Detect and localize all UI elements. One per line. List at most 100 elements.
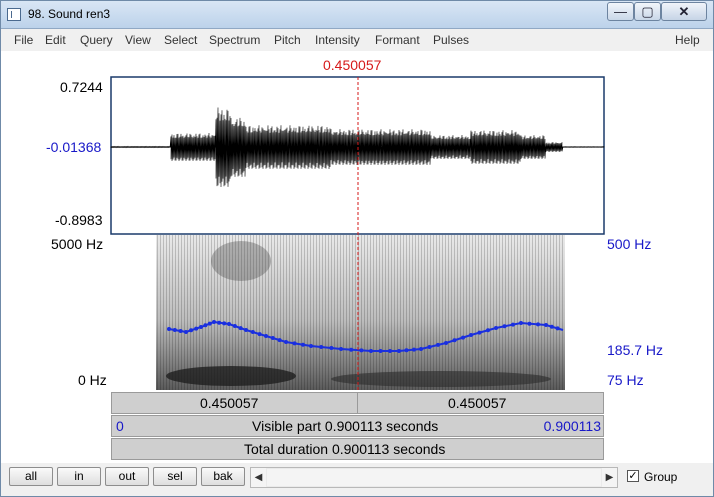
group-label: Group	[644, 470, 678, 484]
pitch-point	[212, 320, 216, 324]
pitch-point	[555, 326, 560, 331]
visible-end-label: 0.900113	[543, 418, 601, 434]
right-segment-label: 0.450057	[448, 395, 507, 411]
pitch-point	[319, 345, 324, 349]
menu-pitch[interactable]: Pitch	[274, 33, 301, 47]
menu-view[interactable]: View	[125, 33, 151, 47]
pitch-point	[378, 349, 383, 353]
pitch-point	[257, 332, 262, 337]
spectrogram-bottom-freq-label: 0 Hz	[78, 372, 107, 388]
pitch-point	[199, 325, 203, 329]
menu-formant[interactable]: Formant	[375, 33, 420, 47]
pitch-point	[329, 346, 334, 350]
pitch-point	[227, 322, 231, 326]
pitch-point	[172, 328, 177, 332]
pitch-point	[284, 340, 288, 344]
group-checkbox[interactable]: ✓	[627, 470, 639, 482]
pitch-point	[549, 324, 554, 329]
pitch-point	[477, 330, 482, 335]
window-title: 98. Sound ren3	[28, 7, 111, 21]
close-button[interactable]: ✕	[661, 2, 707, 21]
menu-intensity[interactable]: Intensity	[315, 33, 360, 47]
total-duration-label: Total duration 0.900113 seconds	[244, 441, 446, 457]
pitch-point	[250, 330, 255, 334]
pitch-point	[486, 328, 490, 333]
pitch-point	[502, 324, 507, 329]
maximize-button[interactable]: ▢	[634, 2, 661, 21]
pitch-point	[292, 341, 297, 346]
right-segment[interactable]: 0.450057	[358, 393, 603, 413]
pitch-point	[232, 324, 237, 328]
visible-start-label: 0	[116, 418, 124, 434]
left-segment[interactable]: 0.450057	[112, 393, 358, 413]
cursor-time-label: 0.450057	[323, 57, 382, 73]
waveform-max-label: 0.7244	[60, 79, 103, 95]
menu-edit[interactable]: Edit	[45, 33, 66, 47]
app-icon	[7, 8, 21, 21]
selection-ruler: 0.450057 0.450057	[111, 392, 604, 414]
zoom-out-button[interactable]: out	[105, 467, 149, 486]
pitch-current-label: 185.7 Hz	[607, 342, 664, 358]
scroll-thumb[interactable]	[267, 469, 601, 486]
pitch-point	[222, 321, 227, 326]
pitch-point	[461, 335, 465, 340]
pitch-point	[309, 344, 313, 348]
pitch-point	[419, 347, 423, 351]
pitch-point	[397, 349, 401, 353]
pitch-bottom-label: 75 Hz	[607, 372, 644, 388]
waveform-cursor-value-label: -0.01368	[46, 139, 102, 155]
menu-pulses[interactable]: Pulses	[433, 33, 469, 47]
sound-editor-window: 98. Sound ren3 — ▢ ✕ File Edit Query Vie…	[0, 0, 714, 497]
pitch-point	[301, 342, 305, 347]
title-bar[interactable]: 98. Sound ren3 — ▢ ✕	[1, 1, 713, 29]
time-scrollbar[interactable]: ◀ ▶	[250, 467, 618, 488]
zoom-all-button[interactable]: all	[9, 467, 53, 486]
zoom-back-button[interactable]: bak	[201, 467, 245, 486]
menu-help[interactable]: Help	[675, 33, 700, 47]
visible-part-label: Visible part 0.900113 seconds	[252, 418, 439, 434]
sound-plot-area[interactable]: 0.450057 0.7244 -0.01368 -0.8983 5000 Hz…	[1, 51, 713, 463]
scroll-left-arrow-icon[interactable]: ◀	[251, 468, 266, 487]
pitch-point	[427, 345, 432, 349]
pitch-point	[412, 347, 416, 352]
pitch-point	[349, 347, 354, 352]
pitch-point	[277, 338, 282, 343]
pitch-point	[369, 349, 373, 353]
menu-select[interactable]: Select	[164, 33, 197, 47]
pitch-point	[270, 336, 275, 340]
pitch-point	[203, 323, 208, 328]
pitch-point	[469, 333, 473, 337]
spectrogram-top-freq-label: 5000 Hz	[51, 236, 104, 252]
waveform-min-label: -0.8983	[55, 212, 103, 228]
bottom-toolbar: all in out sel bak ◀ ▶ ✓ Group	[1, 463, 713, 496]
menu-file[interactable]: File	[14, 33, 33, 47]
pitch-point	[167, 327, 171, 331]
pitch-point	[436, 342, 440, 347]
minimize-button[interactable]: —	[607, 2, 634, 21]
scroll-right-arrow-icon[interactable]: ▶	[602, 468, 617, 487]
pitch-point	[184, 330, 188, 334]
pitch-top-label: 500 Hz	[607, 236, 652, 252]
pitch-point	[207, 321, 212, 326]
spectrogram-low-energy-2	[331, 371, 551, 387]
pitch-point	[339, 347, 343, 351]
pitch-point	[544, 323, 548, 327]
zoom-sel-button[interactable]: sel	[153, 467, 197, 486]
total-duration-bar[interactable]: Total duration 0.900113 seconds	[111, 438, 604, 460]
pitch-point	[536, 322, 540, 327]
pitch-point	[178, 329, 183, 333]
pitch-point	[217, 320, 222, 325]
pitch-point	[494, 326, 498, 330]
pitch-point	[452, 338, 457, 343]
menu-query[interactable]: Query	[80, 33, 113, 47]
pitch-point	[194, 326, 199, 331]
zoom-in-button[interactable]: in	[57, 467, 101, 486]
menu-spectrum[interactable]: Spectrum	[209, 33, 260, 47]
pitch-point	[264, 334, 268, 338]
pitch-point	[189, 328, 194, 333]
pitch-point	[359, 348, 364, 353]
visible-part-bar[interactable]: 0 Visible part 0.900113 seconds 0.900113	[111, 415, 604, 437]
pitch-point	[527, 321, 532, 326]
pitch-point	[388, 349, 392, 353]
menu-bar: File Edit Query View Select Spectrum Pit…	[1, 29, 713, 52]
